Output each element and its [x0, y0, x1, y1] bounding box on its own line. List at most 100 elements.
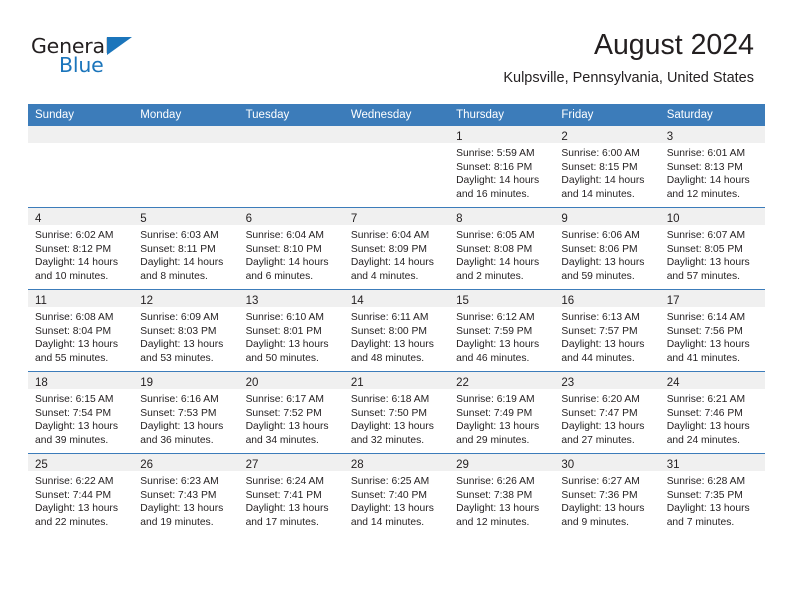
sunset-text: Sunset: 7:53 PM — [140, 407, 217, 419]
day-cell-details: Sunrise: 6:03 AM Sunset: 8:11 PM Daylight:… — [133, 225, 238, 283]
calendar-day-cell[interactable]: 6 Sunrise: 6:04 AM Sunset: 8:10 PM Daylight… — [238, 207, 344, 290]
general-blue-logo: General Blue — [31, 36, 211, 84]
daylight-text: Daylight: 13 hours and 59 minutes. — [561, 257, 645, 282]
calendar-day-cell[interactable]: 16 Sunrise: 6:13 AM Sunset: 7:57 PM Dayligh… — [554, 289, 660, 372]
sunset-text: Sunset: 8:08 PM — [456, 243, 533, 255]
calendar-day-cell[interactable]: 23 Sunrise: 6:20 AM Sunset: 7:47 PM Dayligh… — [554, 371, 660, 454]
sunrise-text: Sunrise: 6:01 AM — [666, 148, 746, 159]
calendar-day-cell[interactable]: 13 Sunrise: 6:10 AM Sunset: 8:01 PM Dayligh… — [238, 289, 344, 372]
daylight-text: Daylight: 13 hours and 44 minutes. — [561, 339, 645, 364]
daylight-text: Daylight: 14 hours and 2 minutes. — [456, 257, 540, 282]
day-cell-details: Sunrise: 6:10 AM Sunset: 8:01 PM Daylight:… — [239, 307, 344, 365]
daylight-text: Daylight: 13 hours and 46 minutes. — [456, 339, 540, 364]
sunset-text: Sunset: 7:47 PM — [561, 407, 638, 419]
calendar-week-row: 18 Sunrise: 6:15 AM Sunset: 7:54 PM Dayligh… — [28, 371, 765, 454]
daylight-text: Daylight: 13 hours and 22 minutes. — [35, 503, 118, 528]
day-cell-details: Sunrise: 6:27 AM Sunset: 7:36 PM Daylight:… — [554, 471, 659, 529]
sunrise-text: Sunrise: 6:04 AM — [350, 230, 430, 241]
calendar-day-cell[interactable]: 20 Sunrise: 6:17 AM Sunset: 7:52 PM Dayligh… — [238, 371, 344, 454]
day-number: 4 — [35, 213, 42, 225]
day-cell-details: Sunrise: 6:24 AM Sunset: 7:41 PM Daylight:… — [239, 471, 344, 529]
day-number: 17 — [666, 295, 680, 307]
calendar-day-cell[interactable]: 7 Sunrise: 6:04 AM Sunset: 8:09 PM Daylight… — [343, 207, 450, 290]
day-cell-details: Sunrise: 6:28 AM Sunset: 7:35 PM Daylight:… — [660, 471, 765, 529]
sunrise-text: Sunrise: 6:16 AM — [140, 394, 219, 405]
day-cell-details: Sunrise: 6:04 AM Sunset: 8:10 PM Daylight:… — [239, 225, 344, 283]
day-cell-details: Sunrise: 6:01 AM Sunset: 8:13 PM Daylight:… — [660, 143, 765, 201]
daylight-text: Daylight: 14 hours and 16 minutes. — [456, 175, 540, 200]
calendar-day-cell[interactable]: 11 Sunrise: 6:08 AM Sunset: 8:04 PM Dayligh… — [28, 289, 134, 372]
calendar-day-cell[interactable]: 27 Sunrise: 6:24 AM Sunset: 7:41 PM Dayligh… — [238, 453, 344, 535]
sunset-text: Sunset: 8:16 PM — [456, 161, 533, 173]
daylight-text: Daylight: 14 hours and 8 minutes. — [140, 257, 224, 282]
sunrise-sunset-calendar: Sunday Monday Tuesday Wednesday Thursday… — [28, 104, 765, 535]
daylight-text: Daylight: 13 hours and 14 minutes. — [350, 503, 434, 528]
sunset-text: Sunset: 8:01 PM — [245, 325, 322, 337]
day-number-band: 29 — [449, 454, 555, 471]
day-cell-details: Sunrise: 6:11 AM Sunset: 8:00 PM Daylight:… — [344, 307, 449, 365]
sunset-text: Sunset: 8:00 PM — [350, 325, 427, 337]
calendar-day-cell[interactable]: 29 Sunrise: 6:26 AM Sunset: 7:38 PM Dayligh… — [449, 453, 555, 535]
logo-word-blue: Blue — [59, 53, 104, 77]
sunset-text: Sunset: 8:09 PM — [350, 243, 427, 255]
sunset-text: Sunset: 8:13 PM — [666, 161, 743, 173]
calendar-day-cell[interactable]: 12 Sunrise: 6:09 AM Sunset: 8:03 PM Dayligh… — [133, 289, 239, 372]
daylight-text: Daylight: 13 hours and 48 minutes. — [350, 339, 434, 364]
calendar-day-cell[interactable]: 30 Sunrise: 6:27 AM Sunset: 7:36 PM Dayligh… — [554, 453, 660, 535]
calendar-day-cell[interactable]: 21 Sunrise: 6:18 AM Sunset: 7:50 PM Dayligh… — [343, 371, 450, 454]
sunrise-text: Sunrise: 6:27 AM — [561, 476, 640, 487]
day-number: 16 — [561, 295, 575, 307]
sunset-text: Sunset: 7:54 PM — [35, 407, 112, 419]
sunrise-text: Sunrise: 6:15 AM — [35, 394, 114, 405]
day-number: 6 — [245, 213, 252, 225]
sunrise-text: Sunrise: 6:26 AM — [456, 476, 535, 487]
calendar-day-cell[interactable]: 25 Sunrise: 6:22 AM Sunset: 7:44 PM Dayligh… — [28, 453, 134, 535]
daylight-text: Daylight: 13 hours and 39 minutes. — [35, 421, 118, 446]
sunrise-text: Sunrise: 6:22 AM — [35, 476, 114, 487]
calendar-day-cell[interactable]: 26 Sunrise: 6:23 AM Sunset: 7:43 PM Dayligh… — [133, 453, 239, 535]
calendar-day-cell[interactable]: 15 Sunrise: 6:12 AM Sunset: 7:59 PM Dayligh… — [449, 289, 555, 372]
calendar-day-cell[interactable]: 10 Sunrise: 6:07 AM Sunset: 8:05 PM Dayligh… — [659, 207, 765, 290]
day-number-band: 13 — [238, 290, 344, 307]
sunrise-text: Sunrise: 6:05 AM — [456, 230, 535, 241]
day-cell-details: Sunrise: 6:16 AM Sunset: 7:53 PM Daylight:… — [133, 389, 238, 447]
daylight-text: Daylight: 14 hours and 14 minutes. — [561, 175, 645, 200]
calendar-day-cell[interactable]: 31 Sunrise: 6:28 AM Sunset: 7:35 PM Dayligh… — [659, 453, 765, 535]
calendar-day-cell[interactable]: 2 Sunrise: 6:00 AM Sunset: 8:15 PM Daylight… — [554, 126, 660, 208]
day-number-band: 8 — [449, 208, 555, 225]
calendar-day-cell[interactable]: 4 Sunrise: 6:02 AM Sunset: 8:12 PM Daylight… — [28, 207, 134, 290]
calendar-day-cell[interactable]: 5 Sunrise: 6:03 AM Sunset: 8:11 PM Daylight… — [133, 207, 239, 290]
calendar-day-cell[interactable]: 3 Sunrise: 6:01 AM Sunset: 8:13 PM Daylight… — [659, 126, 765, 208]
page-title: August 2024 — [593, 29, 754, 61]
calendar-day-cell[interactable]: 17 Sunrise: 6:14 AM Sunset: 7:56 PM Dayligh… — [659, 289, 765, 372]
weekday-header-friday: Friday — [554, 104, 660, 126]
daylight-text: Daylight: 13 hours and 19 minutes. — [140, 503, 224, 528]
sunrise-text: Sunrise: 6:12 AM — [456, 312, 535, 323]
day-number: 29 — [456, 459, 469, 471]
calendar-day-cell[interactable]: 22 Sunrise: 6:19 AM Sunset: 7:49 PM Dayligh… — [449, 371, 555, 454]
daylight-text: Daylight: 13 hours and 53 minutes. — [140, 339, 224, 364]
sunset-text: Sunset: 8:12 PM — [35, 243, 112, 255]
sunset-text: Sunset: 7:36 PM — [561, 489, 638, 501]
calendar-day-cell[interactable]: 14 Sunrise: 6:11 AM Sunset: 8:00 PM Dayligh… — [343, 289, 450, 372]
weekday-header-tuesday: Tuesday — [238, 104, 344, 126]
sunset-text: Sunset: 7:41 PM — [245, 489, 322, 501]
calendar-day-cell[interactable]: 9 Sunrise: 6:06 AM Sunset: 8:06 PM Daylight… — [554, 207, 660, 290]
calendar-day-cell[interactable]: 19 Sunrise: 6:16 AM Sunset: 7:53 PM Dayligh… — [133, 371, 239, 454]
calendar-day-cell[interactable]: 8 Sunrise: 6:05 AM Sunset: 8:08 PM Daylight… — [449, 207, 555, 290]
day-cell-details: Sunrise: 5:59 AM Sunset: 8:16 PM Daylight:… — [449, 143, 554, 201]
day-number-band — [133, 126, 239, 143]
calendar-day-cell[interactable]: 28 Sunrise: 6:25 AM Sunset: 7:40 PM Dayligh… — [343, 453, 450, 535]
day-number: 22 — [456, 377, 469, 389]
calendar-day-cell[interactable]: 24 Sunrise: 6:21 AM Sunset: 7:46 PM Dayligh… — [659, 371, 765, 454]
day-cell-details: Sunrise: 6:17 AM Sunset: 7:52 PM Daylight:… — [239, 389, 344, 447]
sunset-text: Sunset: 7:59 PM — [456, 325, 533, 337]
calendar-day-cell[interactable]: 18 Sunrise: 6:15 AM Sunset: 7:54 PM Dayligh… — [28, 371, 134, 454]
daylight-text: Daylight: 14 hours and 10 minutes. — [35, 257, 118, 282]
daylight-text: Daylight: 13 hours and 55 minutes. — [35, 339, 118, 364]
day-number-band: 3 — [659, 126, 765, 143]
sunset-text: Sunset: 7:44 PM — [35, 489, 112, 501]
calendar-day-cell[interactable]: 1 Sunrise: 5:59 AM Sunset: 8:16 PM Daylight… — [449, 126, 555, 208]
day-number: 8 — [456, 213, 463, 225]
day-number: 19 — [140, 377, 154, 389]
